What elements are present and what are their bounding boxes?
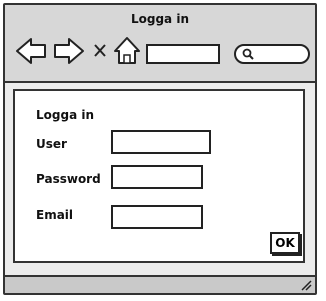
close-x-icon[interactable] xyxy=(94,44,106,57)
back-arrow-icon[interactable] xyxy=(16,38,46,64)
search-field[interactable] xyxy=(234,44,310,64)
user-label: User xyxy=(36,137,67,151)
status-bar xyxy=(5,275,315,293)
forward-arrow-icon[interactable] xyxy=(54,38,84,64)
password-input[interactable] xyxy=(111,165,203,189)
email-input[interactable] xyxy=(111,205,203,229)
user-input[interactable] xyxy=(111,130,211,154)
resize-grip-icon[interactable] xyxy=(300,279,312,291)
email-label: Email xyxy=(36,208,74,222)
password-label: Password xyxy=(36,172,101,186)
toolbar-icons xyxy=(16,37,310,64)
form-heading: Logga in xyxy=(36,108,95,122)
login-panel: Logga in User Password Email OK xyxy=(13,89,305,263)
ok-button[interactable]: OK xyxy=(270,232,300,254)
browser-window: Logga in Logga in User Password Email OK xyxy=(3,3,317,295)
browser-toolbar: Logga in xyxy=(5,5,315,83)
home-icon[interactable] xyxy=(114,37,140,64)
address-bar[interactable] xyxy=(146,44,220,64)
window-title: Logga in xyxy=(130,12,189,26)
